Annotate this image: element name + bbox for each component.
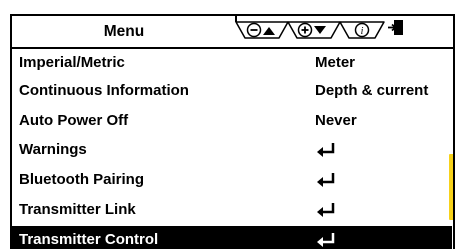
scrollbar-thumb[interactable] (449, 154, 453, 220)
plus-down-button[interactable] (287, 21, 341, 39)
scrollbar-track[interactable] (453, 66, 455, 226)
menu-item-continuous-information[interactable]: Continuous Information Depth & current (12, 77, 452, 105)
exit-button[interactable] (388, 20, 403, 35)
menu-item-value: Meter (315, 54, 356, 71)
svg-text:i: i (361, 26, 364, 37)
enter-icon (317, 233, 335, 248)
exit-icon (388, 20, 403, 35)
menu-item-value: Depth & current (315, 82, 429, 99)
enter-icon (317, 143, 335, 158)
info-icon: i (354, 22, 370, 38)
menu-item-warnings[interactable]: Warnings (12, 136, 452, 164)
menu-item-transmitter-control[interactable]: Transmitter Control (12, 226, 452, 249)
menu-panel: Menu i Imperial/Metric Meter Continuous … (10, 14, 455, 249)
menu-header: Menu i (12, 16, 453, 49)
info-button[interactable]: i (339, 21, 385, 39)
enter-icon (317, 203, 335, 218)
menu-item-auto-power-off[interactable]: Auto Power Off Never (12, 107, 452, 135)
menu-item-value: Never (315, 112, 357, 129)
menu-item-bluetooth-pairing[interactable]: Bluetooth Pairing (12, 166, 452, 194)
menu-item-imperial-metric[interactable]: Imperial/Metric Meter (12, 49, 452, 77)
enter-icon (317, 173, 335, 188)
menu-item-transmitter-link[interactable]: Transmitter Link (12, 196, 452, 224)
minus-up-button[interactable] (235, 21, 289, 39)
